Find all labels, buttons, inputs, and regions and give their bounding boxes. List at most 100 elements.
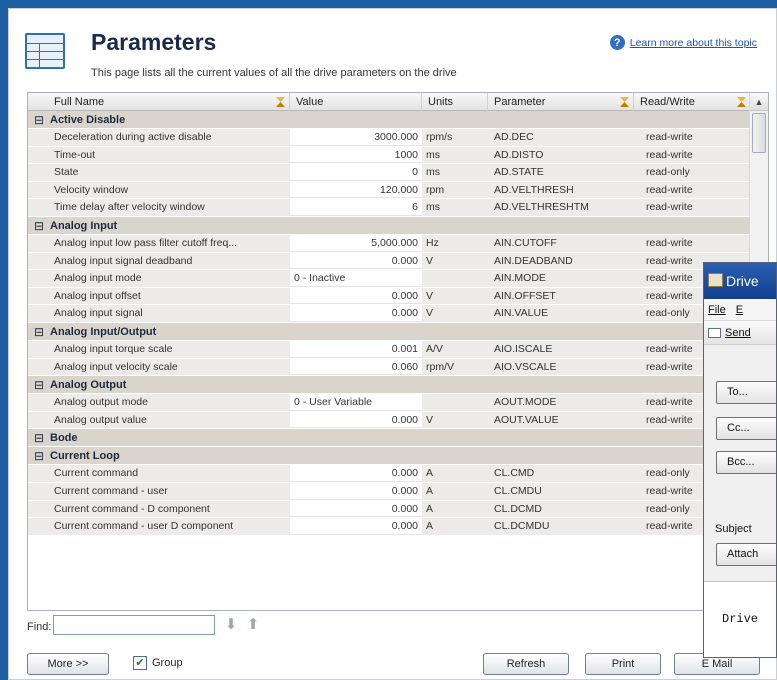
cell-full-name: Analog input torque scale [54,342,173,355]
collapse-icon[interactable]: ⊟ [28,376,50,393]
page-header: Parameters This page lists all the curre… [9,9,769,91]
cell-value[interactable]: 0.000 [290,518,422,535]
col-value[interactable]: Value [290,93,422,111]
cell-full-name: Current command [54,467,139,480]
collapse-icon[interactable]: ⊟ [28,217,50,234]
help-link-group[interactable]: ? Learn more about this topic [609,35,757,50]
table-row[interactable]: Analog output mode 0 - User Variable AOUT.… [28,394,750,412]
cell-value[interactable]: 0 [290,164,422,181]
menu-file[interactable]: File [708,299,726,320]
collapse-icon[interactable]: ⊟ [28,429,50,446]
cell-value[interactable]: 0.001 [290,340,422,358]
cell-value[interactable]: 3000.000 [290,129,422,146]
table-row[interactable]: Current command - D component 0.000 A CL.DC… [28,500,750,519]
sort-icon[interactable] [737,97,746,107]
email-window: Drive File E Send To... Cc... Bcc... Sub… [703,262,777,658]
col-parameter[interactable]: Parameter [488,93,634,111]
table-row[interactable]: Analog input torque scale 0.001 A/V AIO.ISC… [28,340,750,359]
find-label: Find: [27,621,52,633]
cell-value[interactable]: 0.000 [290,465,422,482]
cell-value[interactable]: 0.000 [290,305,422,322]
more-button[interactable]: More >> [27,653,109,675]
table-row[interactable]: Time delay after velocity window 6 ms AD.VE… [28,199,750,217]
col-units[interactable]: Units [422,93,488,111]
group-label: Group [152,657,183,669]
cell-parameter: AIN.VALUE [494,307,549,320]
cell-value[interactable]: 0.060 [290,358,422,376]
send-button[interactable]: Send [725,321,751,345]
cell-full-name: Analog input mode [54,272,142,285]
col-read-write[interactable]: Read/Write [634,93,750,111]
send-icon[interactable] [708,327,721,338]
find-next-down-icon[interactable]: ⬇ [223,616,239,634]
table-row[interactable]: Velocity window 120.000 rpm AD.VELTHRESH rea… [28,181,750,200]
learn-more-link[interactable]: Learn more about this topic [630,37,757,49]
cell-value[interactable]: 5,000.000 [290,234,422,252]
to-button[interactable]: To... [716,381,776,404]
cell-value[interactable]: 0.000 [290,411,422,429]
cell-units: V [426,254,434,267]
collapse-icon[interactable]: ⊟ [28,323,50,340]
cell-units: Hz [426,236,439,249]
email-body[interactable]: Drive [704,581,776,657]
cell-full-name: State [54,166,79,179]
table-row[interactable]: Time-out 1000 ms AD.DISTO read-write [28,146,750,165]
table-row[interactable]: Analog output value 0.000 V AOUT.VALUE read-… [28,411,750,430]
cell-value[interactable]: 6 [290,199,422,216]
group-row[interactable]: ⊟ Active Disable [28,111,750,129]
sort-icon[interactable] [620,97,629,107]
collapse-icon[interactable]: ⊟ [28,447,50,464]
cell-read-write: read-write [646,236,693,249]
table-row[interactable]: Analog input velocity scale 0.060 rpm/V AIO… [28,358,750,377]
email-window-title: Drive [726,273,759,289]
cell-value[interactable]: 120.000 [290,181,422,199]
cell-value[interactable]: 0.000 [290,482,422,500]
group-row[interactable]: ⊟ Bode [28,429,750,448]
refresh-button[interactable]: Refresh [483,653,569,675]
table-row[interactable]: Current command 0.000 A CL.CMD read-only [28,465,750,483]
table-row[interactable]: Analog input offset 0.000 V AIN.OFFSET read-… [28,287,750,306]
find-input[interactable] [53,615,215,635]
sort-icon[interactable] [276,97,285,107]
cell-full-name: Current command - D component [54,502,210,515]
col-units-label: Units [428,96,454,108]
table-row[interactable]: Analog input signal 0.000 V AIN.VALUE read-o… [28,305,750,323]
table-row[interactable]: Current command - user D component 0.000 A… [28,518,750,536]
cell-value[interactable]: 0.000 [290,252,422,270]
cell-value[interactable]: 1000 [290,146,422,164]
table-row[interactable]: Analog input low pass filter cutoff freq… [28,234,750,253]
table-row[interactable]: Analog input mode 0 - Inactive AIN.MODE rea… [28,270,750,288]
bcc-button[interactable]: Bcc... [716,451,776,474]
table-row[interactable]: Analog input signal deadband 0.000 V AIN.DE… [28,252,750,271]
menu-edit[interactable]: E [736,299,743,320]
cell-parameter: AIN.CUTOFF [494,236,557,249]
parameters-panel: Parameters This page lists all the curre… [8,8,777,680]
cell-full-name: Deceleration during active disable [54,131,212,143]
scroll-up-icon[interactable]: ▲ [750,93,768,111]
collapse-icon[interactable]: ⊟ [28,111,50,128]
group-row[interactable]: ⊟ Analog Input [28,216,750,235]
group-row[interactable]: ⊟ Analog Input/Output [28,322,750,341]
cell-units: rpm/s [426,131,453,143]
email-form: To... Cc... Bcc... Subject Attach Drive [704,347,776,657]
help-icon[interactable]: ? [609,35,625,50]
table-row[interactable]: Current command - user 0.000 A CL.CMDU read-… [28,482,750,501]
cell-value[interactable]: 0.000 [290,500,422,518]
group-row[interactable]: ⊟ Current Loop [28,447,750,466]
group-checkbox[interactable]: ✔ [133,656,147,670]
email-title-bar[interactable]: Drive [704,263,776,299]
find-prev-up-icon[interactable]: ⬆ [245,616,261,634]
group-row[interactable]: ⊟ Analog Output [28,376,750,395]
cell-value[interactable]: 0.000 [290,287,422,305]
print-button[interactable]: Print [585,653,661,675]
cell-value[interactable]: 0 - Inactive [290,270,422,287]
table-row[interactable]: Deceleration during active disable 3000.0… [28,129,750,147]
attach-button[interactable]: Attach [716,543,776,566]
cc-button[interactable]: Cc... [716,417,776,440]
scroll-thumb[interactable] [752,113,766,153]
table-row[interactable]: State 0 ms AD.STATE read-only [28,164,750,182]
col-full-name[interactable]: Full Name [28,93,290,111]
cell-value[interactable]: 0 - User Variable [290,394,422,411]
cell-units [422,270,488,287]
cell-parameter: AD.VELTHRESH [494,183,574,196]
